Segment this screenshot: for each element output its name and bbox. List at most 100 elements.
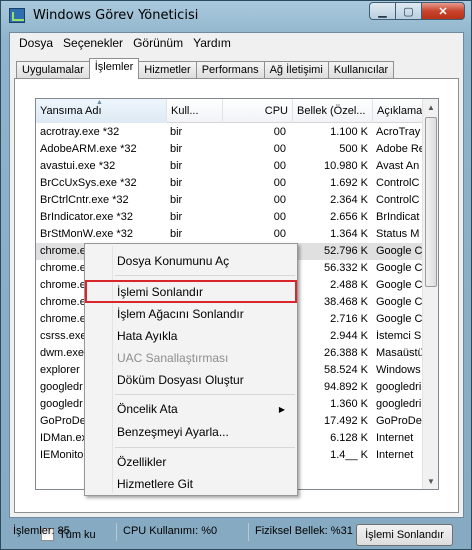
menu-debug[interactable]: Hata Ayıkla xyxy=(117,329,177,343)
tab-services[interactable]: Hizmetler xyxy=(138,61,197,79)
menu-bar: Dosya Seçenekler Görünüm Yardım xyxy=(10,33,463,53)
sort-ascending-icon: ▲ xyxy=(96,99,103,106)
maximize-button[interactable]: ▢ xyxy=(395,2,421,20)
process-cpu: 00 xyxy=(273,211,286,223)
column-header: ▲ Yansıma Adı Kull... CPU Bellek (Özel..… xyxy=(36,99,424,123)
tab-processes[interactable]: İşlemler xyxy=(88,58,140,79)
process-user: bir xyxy=(170,194,183,206)
menu-view[interactable]: Görünüm xyxy=(128,36,188,50)
context-menu: Dosya Konumunu Aç İşlemi Sonlandır İşlem… xyxy=(84,243,298,496)
process-description: ControlC xyxy=(376,194,420,206)
process-user: bir xyxy=(170,143,183,155)
process-description: googledri xyxy=(376,381,422,393)
process-memory: 1.4__ K xyxy=(330,449,368,461)
process-memory: 94.892 K xyxy=(323,381,368,393)
process-description: Masaüstü xyxy=(376,347,424,359)
menu-end-process-tree[interactable]: İşlem Ağacını Sonlandır xyxy=(117,307,244,321)
process-name: avastui.exe *32 xyxy=(40,160,116,172)
process-cpu: 00 xyxy=(273,126,286,138)
process-user: bir xyxy=(170,211,183,223)
menu-set-priority[interactable]: Öncelik Ata xyxy=(117,402,178,416)
end-process-highlight xyxy=(85,280,297,303)
title-bar[interactable]: Windows Görev Yöneticisi ▁ ▢ ✕ xyxy=(1,1,471,31)
process-description: GoProDes xyxy=(376,415,424,427)
process-description: AcroTray xyxy=(376,126,421,138)
process-memory: 500 K xyxy=(339,143,368,155)
process-cpu: 00 xyxy=(273,143,286,155)
column-cpu[interactable]: CPU xyxy=(223,99,293,123)
process-memory: 2.944 K xyxy=(330,330,368,342)
process-name: AdobeARM.exe *32 xyxy=(40,143,137,155)
process-description: BrIndicat xyxy=(376,211,420,223)
submenu-arrow-icon: ▶ xyxy=(278,405,285,414)
column-image-name[interactable]: ▲ Yansıma Adı xyxy=(36,99,167,123)
process-description: Avast An xyxy=(376,160,420,172)
process-name: BrCcUxSys.exe *32 xyxy=(40,177,137,189)
process-memory: 1.360 K xyxy=(330,398,368,410)
minimize-button[interactable]: ▁ xyxy=(369,2,395,20)
table-row[interactable]: avastui.exe *32 bir 00 10.980 K Avast An xyxy=(36,158,424,175)
tab-applications[interactable]: Uygulamalar xyxy=(16,61,90,79)
tab-users[interactable]: Kullanıcılar xyxy=(327,61,395,79)
process-memory: 1.100 K xyxy=(330,126,368,138)
column-label: Yansıma Adı xyxy=(40,105,102,117)
process-name: BrCtrlCntr.exe *32 xyxy=(40,194,129,206)
column-memory[interactable]: Bellek (Özel... xyxy=(293,99,373,123)
table-row[interactable]: BrStMonW.exe *32 bir 00 1.364 K Status M xyxy=(36,226,424,243)
process-memory: 56.332 K xyxy=(323,262,368,274)
process-description: Status M xyxy=(376,228,420,240)
menu-separator xyxy=(115,275,295,276)
process-memory: 2.716 K xyxy=(330,313,368,325)
scroll-thumb[interactable] xyxy=(425,117,437,287)
column-description[interactable]: Açıklama xyxy=(373,99,424,123)
caption-buttons: ▁ ▢ ✕ xyxy=(369,2,465,20)
process-description: Internet xyxy=(376,432,414,444)
menu-go-to-services[interactable]: Hizmetlere Git xyxy=(117,477,193,491)
tab-performance[interactable]: Performans xyxy=(195,61,265,79)
tab-networking[interactable]: Ağ İletişimi xyxy=(263,61,329,79)
process-description: Google C xyxy=(376,245,423,257)
process-description: Google C xyxy=(376,262,423,274)
process-name: BrIndicator.exe *32 xyxy=(40,211,133,223)
task-manager-icon xyxy=(9,8,25,23)
menu-create-dump-file[interactable]: Döküm Dosyası Oluştur xyxy=(117,373,244,387)
column-user[interactable]: Kull... xyxy=(167,99,223,123)
close-button[interactable]: ✕ xyxy=(421,2,465,20)
process-description: ControlC xyxy=(376,177,420,189)
menu-separator xyxy=(115,394,295,395)
process-cpu: 00 xyxy=(273,194,286,206)
table-row[interactable]: AdobeARM.exe *32 bir 00 500 K Adobe Re xyxy=(36,141,424,158)
process-memory: 10.980 K xyxy=(323,160,368,172)
menu-set-affinity[interactable]: Benzeşmeyi Ayarla... xyxy=(117,425,229,439)
scroll-up-icon[interactable]: ▲ xyxy=(423,99,438,115)
process-memory: 1.364 K xyxy=(330,228,368,240)
menu-file[interactable]: Dosya xyxy=(14,36,58,50)
menu-options[interactable]: Seçenekler xyxy=(58,36,128,50)
table-row[interactable]: BrCtrlCntr.exe *32 bir 00 2.364 K ControlC xyxy=(36,192,424,209)
vertical-scrollbar[interactable]: ▲ ▼ xyxy=(422,99,438,489)
process-description: Windows xyxy=(376,364,421,376)
process-memory: 58.524 K xyxy=(323,364,368,376)
status-bar: İşlemler: 85 CPU Kullanımı: %0 Fiziksel … xyxy=(9,520,464,544)
process-name: acrotray.exe *32 xyxy=(40,126,120,138)
status-cpu: CPU Kullanımı: %0 xyxy=(117,523,249,541)
process-memory: 2.488 K xyxy=(330,279,368,291)
table-row[interactable]: BrCcUxSys.exe *32 bir 00 1.692 K ControlC xyxy=(36,175,424,192)
process-memory: 26.388 K xyxy=(323,347,368,359)
process-description: Google C xyxy=(376,313,423,325)
menu-properties[interactable]: Özellikler xyxy=(117,455,166,469)
menu-open-file-location[interactable]: Dosya Konumunu Aç xyxy=(117,254,229,268)
table-row[interactable]: acrotray.exe *32 bir 00 1.100 K AcroTray xyxy=(36,124,424,141)
menu-uac-virtualization: UAC Sanallaştırması xyxy=(117,351,229,365)
tab-strip: Uygulamalar İşlemler Hizmetler Performan… xyxy=(16,58,395,79)
table-row[interactable]: BrIndicator.exe *32 bir 00 2.656 K BrIndicat xyxy=(36,209,424,226)
scroll-down-icon[interactable]: ▼ xyxy=(423,473,438,489)
process-cpu: 00 xyxy=(273,160,286,172)
process-memory: 17.492 K xyxy=(323,415,368,427)
menu-help[interactable]: Yardım xyxy=(188,36,236,50)
process-name: BrStMonW.exe *32 xyxy=(40,228,133,240)
process-description: Google C xyxy=(376,296,423,308)
process-cpu: 00 xyxy=(273,228,286,240)
process-memory: 2.656 K xyxy=(330,211,368,223)
process-description: Google C xyxy=(376,279,423,291)
